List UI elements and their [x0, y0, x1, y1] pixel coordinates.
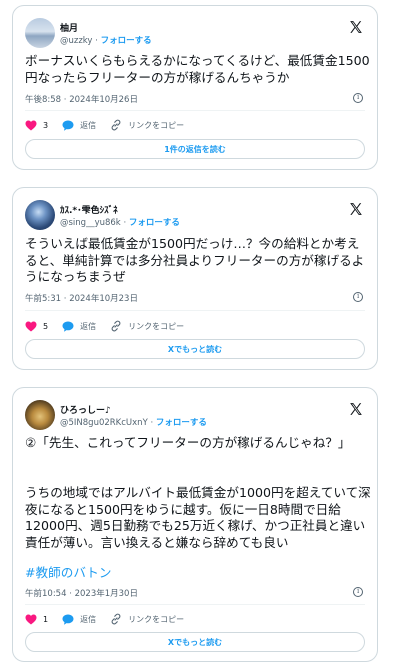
reply-label: 返信: [80, 120, 97, 130]
action-bar: 1 返信 リンクをコピー: [25, 613, 198, 625]
copy-link-label: リンクをコピー: [128, 614, 185, 624]
heart-icon: [25, 120, 37, 130]
post-card: ひろっしー♪ @5IN8gu02RKcUxnY · フォローする ②「先生、これ…: [12, 387, 378, 662]
reply-button[interactable]: 返信: [62, 614, 96, 625]
action-bar: 5 返信 リンクをコピー: [25, 320, 198, 332]
like-button[interactable]: 3: [25, 120, 48, 131]
divider: [25, 604, 365, 605]
copy-link-button[interactable]: リンクをコピー: [110, 320, 184, 332]
x-logo-icon[interactable]: [349, 402, 363, 416]
x-logo-icon[interactable]: [349, 20, 363, 34]
like-button[interactable]: 5: [25, 321, 48, 332]
post-text: そういえば最低賃金が1500円だっけ…？今の給料とか考えると、単純計算では多分社…: [25, 236, 365, 285]
avatar[interactable]: [25, 400, 55, 430]
follow-button[interactable]: フォローする: [156, 418, 207, 428]
post-text-paragraph-2: うちの地域ではアルバイト最低賃金が1000円を超えていて深夜になると1500円を…: [25, 485, 371, 551]
handle-row: @5IN8gu02RKcUxnY · フォローする: [60, 418, 207, 428]
read-more-on-x-button[interactable]: Xでもっと読む: [25, 632, 365, 652]
follow-button[interactable]: フォローする: [129, 218, 180, 228]
post-text-paragraph-1: ②「先生、これってフリーターの方が稼げるんじゃね？」: [25, 435, 351, 450]
copy-link-button[interactable]: リンクをコピー: [110, 119, 184, 131]
action-bar: 3 返信 リンクをコピー: [25, 119, 198, 131]
copy-link-label: リンクをコピー: [128, 321, 185, 331]
heart-icon: [25, 614, 37, 624]
like-count: 5: [43, 321, 49, 331]
heart-icon: [25, 321, 37, 331]
info-icon[interactable]: [353, 93, 363, 103]
handle[interactable]: @5IN8gu02RKcUxnY: [60, 418, 148, 428]
display-name[interactable]: 柚月: [60, 21, 78, 34]
follow-button[interactable]: フォローする: [101, 36, 152, 46]
avatar[interactable]: [25, 18, 55, 48]
divider: [25, 310, 365, 311]
reply-bubble-icon: [62, 321, 74, 332]
like-count: 3: [43, 120, 49, 130]
link-icon: [111, 320, 121, 332]
reply-button[interactable]: 返信: [62, 321, 96, 332]
post-card: 柚月 @uzzky · フォローする ボーナスいくらもらえるかになってくるけど、…: [12, 5, 378, 170]
reply-button[interactable]: 返信: [62, 120, 96, 131]
handle-row: @sing__yu86k · フォローする: [60, 218, 180, 228]
like-button[interactable]: 1: [25, 614, 48, 625]
reply-label: 返信: [80, 614, 97, 624]
reply-bubble-icon: [62, 120, 74, 131]
link-icon: [111, 613, 121, 625]
info-icon[interactable]: [353, 587, 363, 597]
avatar[interactable]: [25, 200, 55, 230]
handle-row: @uzzky · フォローする: [60, 36, 152, 46]
display-name[interactable]: ひろっしー♪: [60, 403, 111, 416]
x-logo-icon[interactable]: [349, 202, 363, 216]
info-icon[interactable]: [353, 292, 363, 302]
link-icon: [111, 119, 121, 131]
divider: [25, 110, 365, 111]
read-more-on-x-button[interactable]: Xでもっと読む: [25, 339, 365, 359]
hashtag-link[interactable]: #教師のバトン: [25, 565, 371, 582]
handle[interactable]: @uzzky: [60, 36, 92, 46]
post-card: ｶｽ.*･雫色ｼｽﾞﾈ @sing__yu86k · フォローする そういえば最…: [12, 187, 378, 370]
display-name[interactable]: ｶｽ.*･雫色ｼｽﾞﾈ: [60, 203, 118, 216]
timestamp[interactable]: 午後8:58 · 2024年10月26日: [25, 93, 138, 105]
copy-link-label: リンクをコピー: [128, 120, 185, 130]
reply-bubble-icon: [62, 614, 74, 625]
timestamp[interactable]: 午前10:54 · 2023年1月30日: [25, 587, 138, 599]
read-replies-button[interactable]: 1件の返信を読む: [25, 139, 365, 159]
timestamp[interactable]: 午前5:31 · 2024年10月23日: [25, 292, 138, 304]
post-text: ボーナスいくらもらえるかになってくるけど、最低賃金1500円なったらフリーターの…: [25, 53, 370, 85]
copy-link-button[interactable]: リンクをコピー: [110, 613, 184, 625]
handle[interactable]: @sing__yu86k: [60, 218, 121, 228]
like-count: 1: [43, 614, 49, 624]
reply-label: 返信: [80, 321, 97, 331]
